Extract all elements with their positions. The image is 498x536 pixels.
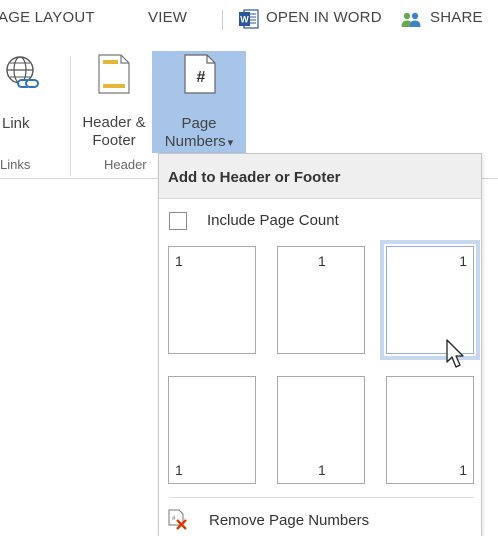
group-label-links: Links [0, 157, 31, 172]
page-number-top-center-option[interactable]: 1 [277, 246, 365, 354]
dropdown-header: Add to Header or Footer [159, 154, 481, 199]
share-people-icon [401, 12, 421, 27]
page-numbers-button[interactable]: # Page Numbers ▾ [152, 51, 246, 153]
page-number-value: 1 [459, 462, 467, 478]
group-separator [70, 56, 71, 176]
page-number-glyph: # [196, 69, 206, 86]
header-footer-label-line1: Header & [82, 114, 146, 131]
page-numbers-label-line1: Page [181, 115, 217, 132]
link-label: Link [2, 115, 30, 132]
include-page-count-option[interactable]: Include Page Count [169, 208, 419, 234]
page-numbers-label-line2: Numbers ▾ [164, 133, 234, 150]
header-footer-icon [98, 54, 130, 94]
mouse-cursor-icon [446, 339, 464, 368]
svg-text:W: W [240, 15, 249, 25]
tab-separator [222, 10, 223, 30]
tab-page-layout[interactable]: AGE LAYOUT [0, 9, 95, 26]
ribbon-tab-bar: AGE LAYOUT VIEW W OPEN IN WORD SHARE [0, 0, 498, 40]
chevron-down-icon: ▾ [227, 137, 234, 149]
group-label-header: Header [104, 157, 147, 172]
tab-open-in-word[interactable]: OPEN IN WORD [266, 9, 382, 26]
page-number-bottom-right-option[interactable]: 1 [386, 376, 474, 484]
header-footer-label-line2: Footer [92, 132, 136, 149]
dropdown-separator [169, 497, 474, 498]
link-button[interactable]: Link [0, 48, 44, 152]
link-globe-icon [6, 56, 39, 88]
page-number-bottom-center-option[interactable]: 1 [277, 376, 365, 484]
remove-page-number-icon: # [168, 509, 187, 530]
tab-share[interactable]: SHARE [430, 9, 483, 26]
page-number-value: 1 [175, 462, 183, 478]
header-footer-button[interactable]: Header & Footer [78, 48, 150, 152]
remove-page-numbers-label: Remove Page Numbers [209, 512, 370, 529]
page-number-value: 1 [318, 253, 326, 269]
include-page-count-checkbox[interactable] [169, 212, 187, 230]
include-page-count-label: Include Page Count [207, 212, 339, 229]
page-number-top-left-option[interactable]: 1 [168, 246, 256, 354]
word-icon: W [239, 9, 259, 29]
page-numbers-dropdown: Add to Header or Footer Include Page Cou… [158, 153, 482, 536]
page-number-value: 1 [318, 462, 326, 478]
page-number-value: 1 [175, 253, 183, 269]
tab-view[interactable]: VIEW [148, 9, 187, 26]
dropdown-title: Add to Header or Footer [168, 169, 341, 186]
page-number-value: 1 [459, 253, 467, 269]
page-number-bottom-left-option[interactable]: 1 [168, 376, 256, 484]
remove-page-numbers-button[interactable]: # Remove Page Numbers [159, 504, 481, 536]
page-number-top-right-option[interactable]: 1 [380, 240, 480, 360]
